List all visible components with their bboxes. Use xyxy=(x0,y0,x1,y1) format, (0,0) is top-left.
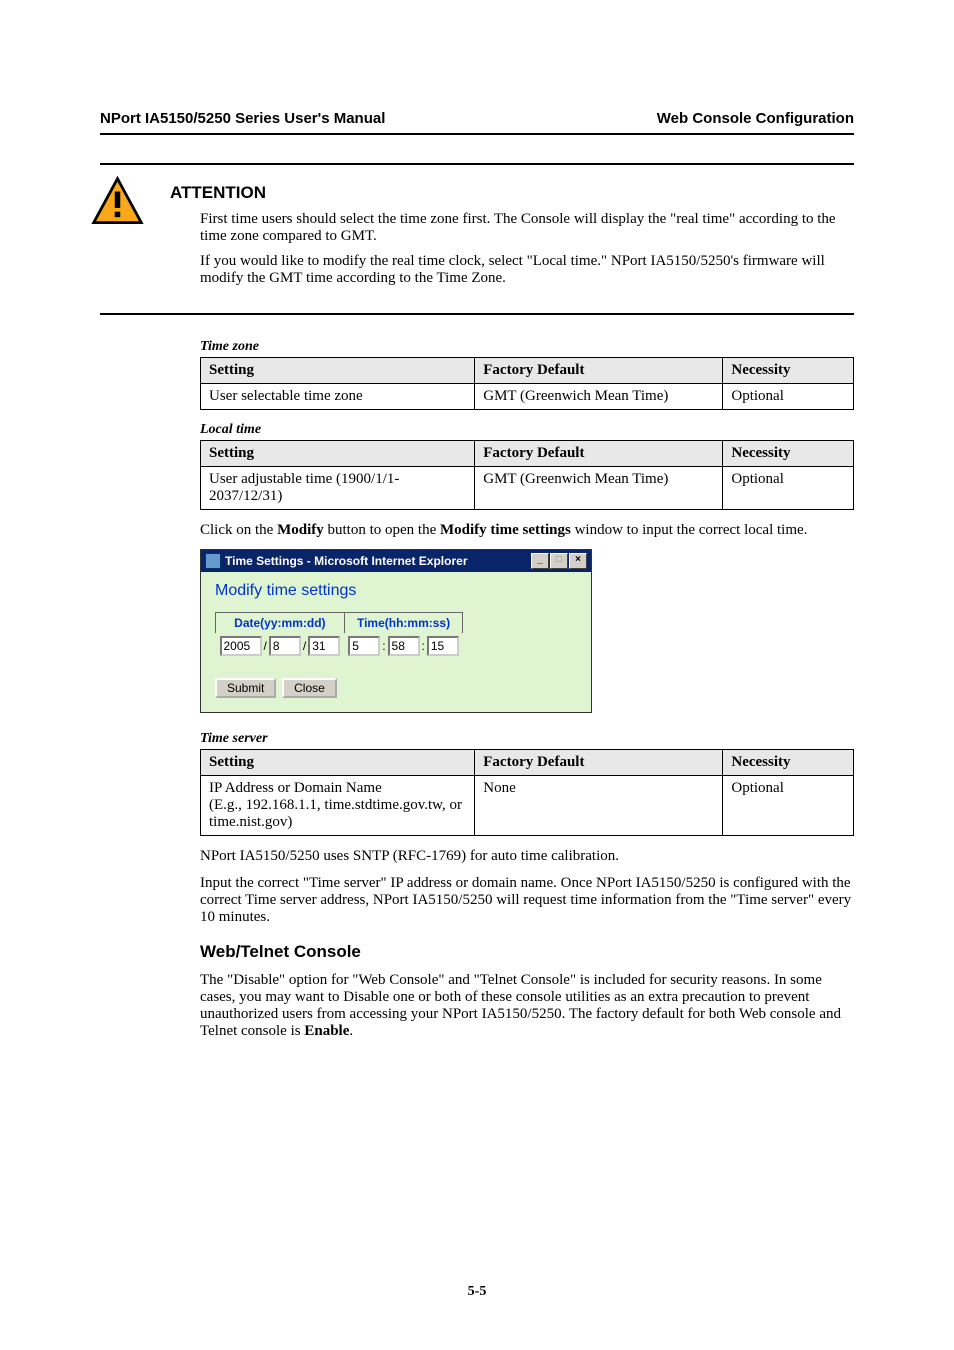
col-setting: Setting xyxy=(201,441,475,467)
date-fields: // xyxy=(216,633,345,662)
time-label: Time(hh:mm:ss) xyxy=(344,613,463,634)
paragraph-modify: Click on the Modify button to open the M… xyxy=(200,522,854,539)
table-caption-timezone: Time zone xyxy=(200,339,854,355)
submit-button[interactable]: Submit xyxy=(215,678,276,698)
col-necessity: Necessity xyxy=(723,441,854,467)
paragraph-console: The "Disable" option for "Web Console" a… xyxy=(200,972,854,1040)
day-input[interactable] xyxy=(308,636,340,656)
year-input[interactable] xyxy=(220,636,262,656)
table-row: IP Address or Domain Name (E.g., 192.168… xyxy=(201,776,854,836)
window-title: Time Settings - Microsoft Internet Explo… xyxy=(225,554,467,568)
maximize-icon: □ xyxy=(550,553,568,569)
col-necessity: Necessity xyxy=(723,750,854,776)
table-caption-timeserver: Time server xyxy=(200,731,854,747)
table-timezone: Setting Factory Default Necessity User s… xyxy=(200,357,854,410)
cell-default: None xyxy=(475,776,723,836)
table-timeserver: Setting Factory Default Necessity IP Add… xyxy=(200,749,854,836)
header-right: Web Console Configuration xyxy=(657,110,854,127)
warning-icon xyxy=(90,175,145,230)
col-setting: Setting xyxy=(201,750,475,776)
table-row: User adjustable time (1900/1/1-2037/12/3… xyxy=(201,467,854,510)
col-setting: Setting xyxy=(201,358,475,384)
paragraph-timeserver: Input the correct "Time server" IP addre… xyxy=(200,875,854,926)
cell-setting: User adjustable time (1900/1/1-2037/12/3… xyxy=(201,467,475,510)
second-input[interactable] xyxy=(427,636,459,656)
table-localtime: Setting Factory Default Necessity User a… xyxy=(200,440,854,510)
minute-input[interactable] xyxy=(388,636,420,656)
col-default: Factory Default xyxy=(475,358,723,384)
attention-title: ATTENTION xyxy=(170,183,844,203)
header-rule xyxy=(100,133,854,135)
page-header: NPort IA5150/5250 Series User's Manual W… xyxy=(100,110,854,127)
window-titlebar: Time Settings - Microsoft Internet Explo… xyxy=(201,550,591,572)
paragraph-sntp: NPort IA5150/5250 uses SNTP (RFC-1769) f… xyxy=(200,848,854,865)
header-left: NPort IA5150/5250 Series User's Manual xyxy=(100,110,385,127)
hour-input[interactable] xyxy=(348,636,380,656)
screenshot-time-settings: Time Settings - Microsoft Internet Explo… xyxy=(200,549,592,713)
col-necessity: Necessity xyxy=(723,358,854,384)
time-fields: :: xyxy=(344,633,463,662)
cell-necessity: Optional xyxy=(723,776,854,836)
date-label: Date(yy:mm:dd) xyxy=(216,613,345,634)
cell-necessity: Optional xyxy=(723,384,854,410)
page-number: 5-5 xyxy=(0,1284,954,1300)
table-row: User selectable time zone GMT (Greenwich… xyxy=(201,384,854,410)
col-default: Factory Default xyxy=(475,750,723,776)
table-caption-localtime: Local time xyxy=(200,422,854,438)
cell-setting: IP Address or Domain Name (E.g., 192.168… xyxy=(201,776,475,836)
month-input[interactable] xyxy=(269,636,301,656)
dialog-heading: Modify time settings xyxy=(215,582,579,600)
close-button[interactable]: Close xyxy=(282,678,337,698)
minimize-icon[interactable]: _ xyxy=(531,553,549,569)
attention-callout: ATTENTION First time users should select… xyxy=(100,163,854,315)
cell-setting: User selectable time zone xyxy=(201,384,475,410)
attention-paragraph-1: First time users should select the time … xyxy=(200,211,844,245)
ie-icon xyxy=(205,553,221,569)
cell-default: GMT (Greenwich Mean Time) xyxy=(475,384,723,410)
cell-default: GMT (Greenwich Mean Time) xyxy=(475,467,723,510)
col-default: Factory Default xyxy=(475,441,723,467)
close-icon[interactable]: × xyxy=(569,553,587,569)
attention-paragraph-2: If you would like to modify the real tim… xyxy=(200,253,844,287)
cell-necessity: Optional xyxy=(723,467,854,510)
subheading-web-telnet: Web/Telnet Console xyxy=(200,942,854,962)
